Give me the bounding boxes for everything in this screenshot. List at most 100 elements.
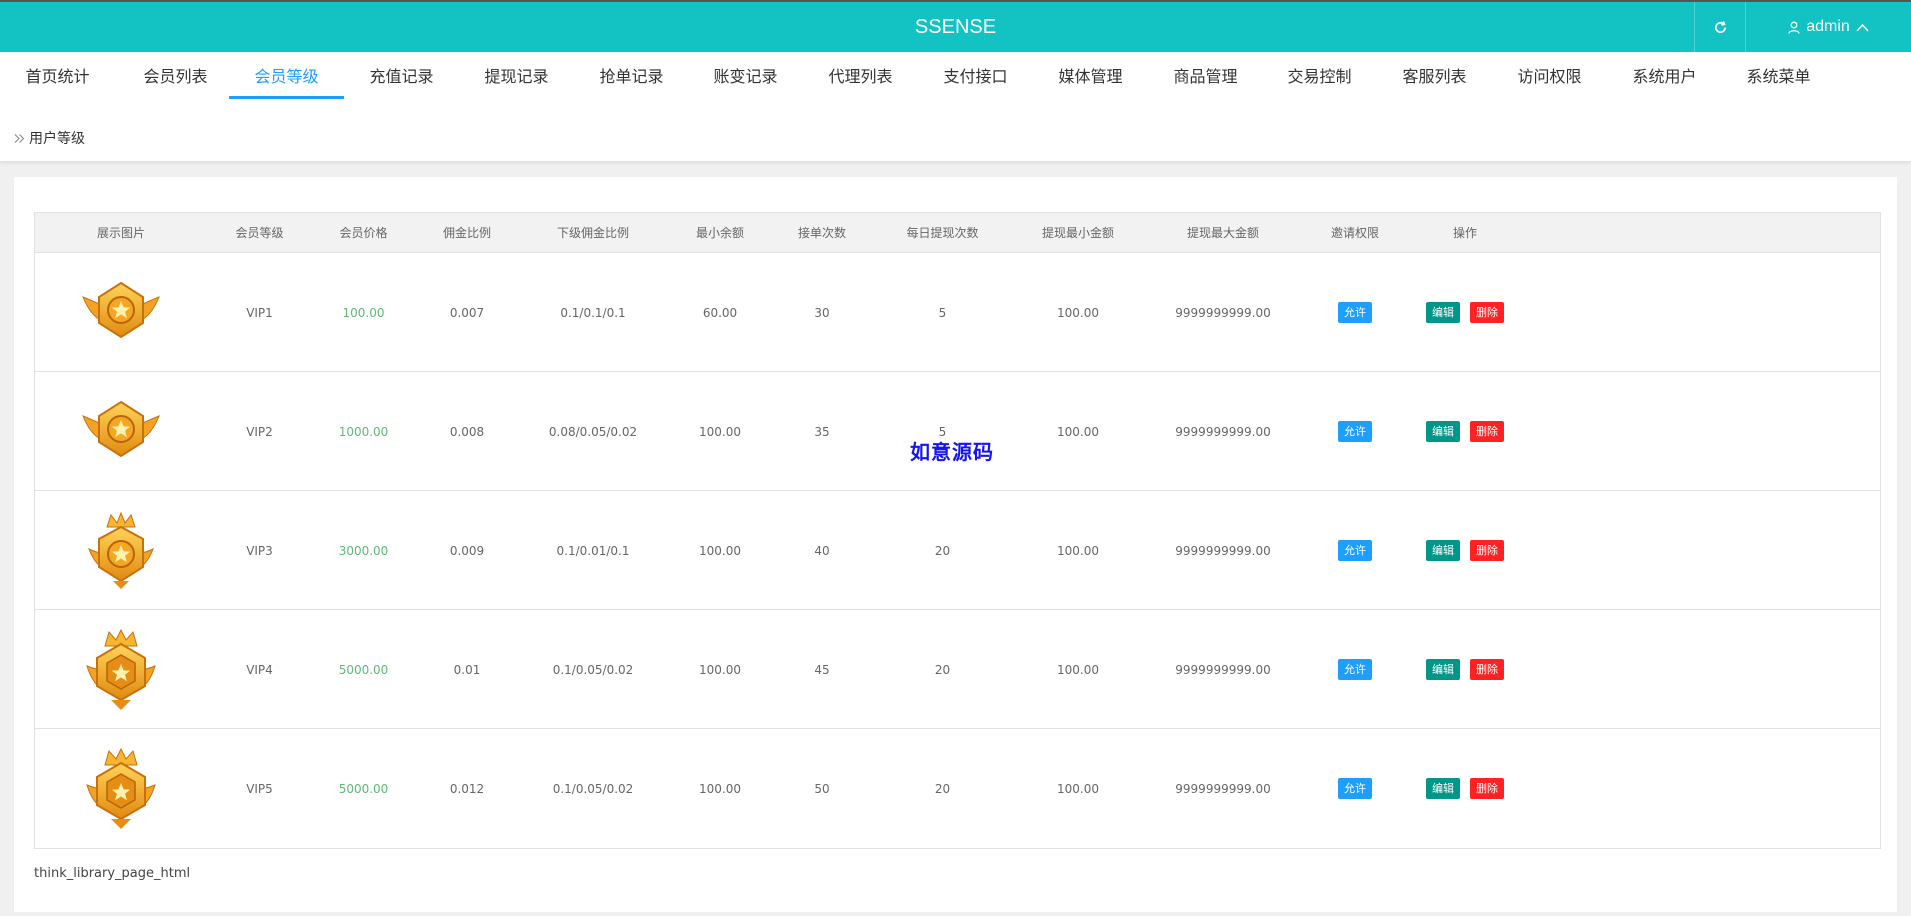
active-tab-underline [229, 96, 344, 99]
cell-daily-withdraw: 20 [934, 662, 951, 677]
cell-price: 100.00 [342, 305, 385, 320]
delete-button[interactable]: 删除 [1470, 421, 1504, 442]
cell-order-count: 35 [814, 424, 830, 439]
nav-system-users[interactable]: 系统用户 [1607, 52, 1722, 100]
nav-media-manage[interactable]: 媒体管理 [1033, 52, 1148, 100]
column-header: 提现最小金额 [1041, 226, 1114, 240]
nav-home-stats[interactable]: 首页统计 [0, 52, 115, 100]
edit-button[interactable]: 编辑 [1426, 778, 1460, 799]
nav-service-list[interactable]: 客服列表 [1377, 52, 1492, 100]
nav-payment-interface[interactable]: 支付接口 [918, 52, 1033, 100]
user-icon [1788, 21, 1800, 34]
cell-actions: 编辑 删除 [1406, 253, 1524, 372]
invite-allow-button[interactable]: 允许 [1338, 302, 1372, 323]
cell-level: VIP1 [246, 305, 273, 320]
column-header: 下级佣金比例 [556, 226, 629, 240]
cell-commission: 0.009 [449, 543, 485, 558]
app-brand: SSENSE [914, 16, 997, 38]
column-header: 佣金比例 [442, 226, 491, 240]
delete-button[interactable]: 删除 [1470, 302, 1504, 323]
cell-badge-image [35, 729, 207, 848]
winged-star-badge-icon [82, 281, 160, 338]
cell-withdraw-max: 9999999999.00 [1175, 781, 1271, 796]
cell-invite: 允许 [1304, 491, 1406, 610]
nav-grab-records[interactable]: 抢单记录 [574, 52, 689, 100]
winged-star-badge-icon [82, 400, 160, 457]
cell-commission: 0.007 [449, 305, 485, 320]
crowned-hexagon-badge-icon [86, 747, 156, 829]
nav-withdraw-records[interactable]: 提现记录 [459, 52, 574, 100]
cell-price: 5000.00 [338, 662, 389, 677]
column-header: 最小余额 [695, 226, 744, 240]
cell-withdraw-min: 100.00 [1057, 305, 1099, 320]
invite-allow-button[interactable]: 允许 [1338, 540, 1372, 561]
cell-badge-image [35, 253, 207, 372]
edit-button[interactable]: 编辑 [1426, 540, 1460, 561]
cell-actions: 编辑 删除 [1406, 372, 1524, 491]
nav-agent-list[interactable]: 代理列表 [803, 52, 918, 100]
crowned-star-badge-icon [88, 511, 154, 589]
cell-badge-image [35, 610, 207, 729]
table-row: VIP2 1000.00 0.008 0.08/0.05/0.02 100.00 35 5 1… [35, 372, 1880, 491]
refresh-icon [1714, 20, 1726, 33]
nav-trade-control[interactable]: 交易控制 [1262, 52, 1377, 100]
delete-button[interactable]: 删除 [1470, 540, 1504, 561]
nav-member-list[interactable]: 会员列表 [118, 52, 233, 100]
cell-actions: 编辑 删除 [1406, 729, 1524, 848]
cell-withdraw-max: 9999999999.00 [1175, 305, 1271, 320]
cell-withdraw-min: 100.00 [1057, 781, 1099, 796]
column-header: 会员价格 [339, 226, 388, 240]
cell-badge-image [35, 372, 207, 491]
cell-price: 5000.00 [338, 781, 389, 796]
column-header: 操作 [1452, 226, 1477, 240]
invite-allow-button[interactable]: 允许 [1338, 778, 1372, 799]
edit-button[interactable]: 编辑 [1426, 659, 1460, 680]
nav-system-menu[interactable]: 系统菜单 [1721, 52, 1836, 100]
refresh-button[interactable] [1694, 2, 1746, 52]
cell-min-balance: 100.00 [699, 424, 741, 439]
invite-allow-button[interactable]: 允许 [1338, 659, 1372, 680]
main-nav: 首页统计 会员列表 会员等级 充值记录 提现记录 抢单记录 账变记录 代理列表 支付接口 媒体管理… [0, 52, 1911, 102]
nav-member-level[interactable]: 会员等级 [229, 52, 344, 100]
cell-actions: 编辑 删除 [1406, 610, 1524, 729]
table-row: VIP1 100.00 0.007 0.1/0.1/0.1 60.00 30 5 100.00… [35, 253, 1880, 372]
cell-withdraw-max: 9999999999.00 [1175, 424, 1271, 439]
edit-button[interactable]: 编辑 [1426, 421, 1460, 442]
cell-daily-withdraw: 20 [934, 781, 951, 796]
column-header: 每日提现次数 [906, 226, 979, 240]
cell-actions: 编辑 删除 [1406, 491, 1524, 610]
breadcrumb: 用户等级 [0, 102, 1911, 162]
cell-invite: 允许 [1304, 729, 1406, 848]
cell-min-balance: 100.00 [699, 781, 741, 796]
nav-account-changes[interactable]: 账变记录 [688, 52, 803, 100]
cell-sub-commission: 0.1/0.05/0.02 [552, 662, 634, 677]
table-header: 展示图片 会员等级 会员价格 佣金比例 下级佣金比例 最小余额 接单次数 每日提现次数 提现最小… [35, 213, 1880, 253]
page-footer-note: think_library_page_html [34, 866, 191, 881]
cell-commission: 0.012 [449, 781, 485, 796]
top-bar: SSENSE admin [0, 0, 1911, 52]
cell-order-count: 40 [814, 543, 830, 558]
cell-sub-commission: 0.1/0.05/0.02 [552, 781, 634, 796]
cell-withdraw-min: 100.00 [1057, 543, 1099, 558]
column-header: 提现最大金额 [1186, 226, 1259, 240]
cell-commission: 0.008 [449, 424, 485, 439]
delete-button[interactable]: 删除 [1470, 778, 1504, 799]
cell-badge-image [35, 491, 207, 610]
user-menu[interactable]: admin [1746, 2, 1911, 52]
table-row: VIP4 5000.00 0.01 0.1/0.05/0.02 100.00 45 20 10… [35, 610, 1880, 729]
cell-level: VIP5 [246, 781, 273, 796]
user-name: admin [1806, 18, 1850, 35]
cell-min-balance: 100.00 [699, 662, 741, 677]
cell-withdraw-min: 100.00 [1057, 662, 1099, 677]
nav-recharge-records[interactable]: 充值记录 [344, 52, 459, 100]
cell-price: 3000.00 [338, 543, 389, 558]
breadcrumb-current: 用户等级 [29, 131, 85, 147]
cell-withdraw-max: 9999999999.00 [1175, 543, 1271, 558]
invite-allow-button[interactable]: 允许 [1338, 421, 1372, 442]
nav-product-manage[interactable]: 商品管理 [1148, 52, 1263, 100]
nav-access-control[interactable]: 访问权限 [1492, 52, 1607, 100]
watermark-text: 如意源码 [910, 440, 994, 464]
edit-button[interactable]: 编辑 [1426, 302, 1460, 323]
delete-button[interactable]: 删除 [1470, 659, 1504, 680]
cell-sub-commission: 0.1/0.01/0.1 [556, 543, 630, 558]
